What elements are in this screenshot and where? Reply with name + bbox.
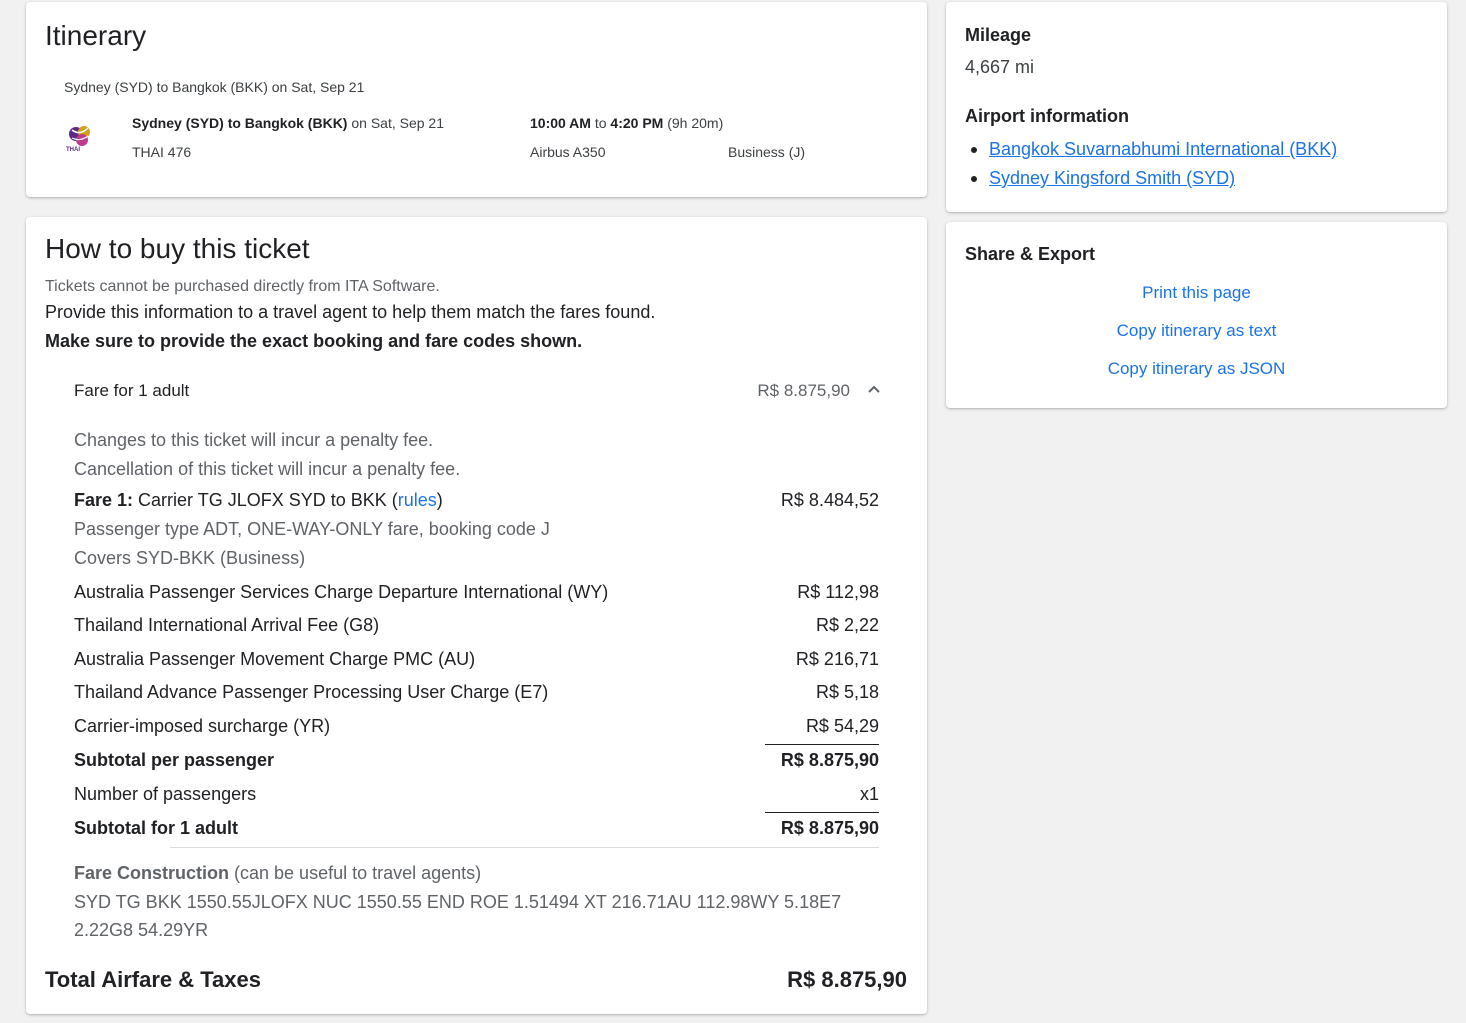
flight-times: 10:00 AM to 4:20 PM (9h 20m) — [530, 115, 723, 131]
copy-json-link[interactable]: Copy itinerary as JSON — [946, 359, 1447, 379]
fare1-text: Carrier TG JLOFX SYD to BKK ( — [133, 490, 398, 510]
subtotal-rule — [765, 744, 879, 745]
flight-date: on Sat, Sep 21 — [347, 115, 444, 131]
tax-amount: R$ 54,29 — [805, 716, 879, 736]
fare-construction-label: Fare Construction — [74, 863, 230, 883]
itinerary-card: Itinerary Sydney (SYD) to Bangkok (BKK) … — [26, 2, 927, 197]
airport-link-bkk[interactable]: Bangkok Suvarnabhumi International (BKK) — [989, 139, 1337, 160]
share-title: Share & Export — [965, 244, 1096, 264]
depart-time: 10:00 AM — [530, 115, 591, 131]
mileage-card: Mileage 4,667 mi Airport information Ban… — [946, 2, 1447, 212]
subtotal-adult-label: Subtotal for 1 adult — [74, 818, 238, 838]
arrive-time: 4:20 PM — [610, 115, 664, 131]
fare-construction-line2: 2.22G8 54.29YR — [74, 920, 209, 940]
tax-label: Australia Passenger Services Charge Depa… — [74, 582, 609, 602]
fare-header-amount: R$ 8.875,90 — [757, 381, 850, 400]
share-export-card: Share & Export Print this page Copy itin… — [946, 222, 1447, 408]
fare-construction-heading: Fare Construction (can be useful to trav… — [74, 863, 481, 884]
fare1-label: Fare 1: — [74, 490, 134, 510]
itinerary-title: Itinerary — [45, 20, 147, 51]
flight-number: THAI 476 — [132, 144, 192, 160]
fare1-passenger-type: Passenger type ADT, ONE-WAY-ONLY fare, b… — [74, 519, 550, 539]
copy-text-link[interactable]: Copy itinerary as text — [946, 321, 1447, 341]
tax-label: Australia Passenger Movement Charge PMC … — [74, 649, 476, 669]
tax-label: Thailand International Arrival Fee (G8) — [74, 615, 380, 635]
total-label: Total Airfare & Taxes — [45, 967, 261, 992]
purchase-notice: Tickets cannot be purchased directly fro… — [45, 278, 440, 295]
fare1-amount: R$ 8.484,52 — [780, 490, 879, 510]
mileage-title: Mileage — [965, 25, 1032, 45]
flight-route: Sydney (SYD) to Bangkok (BKK) on Sat, Se… — [132, 115, 444, 131]
flight-duration: (9h 20m) — [663, 115, 724, 131]
passengers-rule — [765, 812, 879, 813]
cabin-class: Business (J) — [728, 144, 806, 160]
tax-amount: R$ 2,22 — [815, 615, 879, 635]
provide-info-text: Provide this information to a travel age… — [45, 302, 656, 322]
how-to-buy-title: How to buy this ticket — [45, 233, 310, 264]
fare-rules-link[interactable]: rules — [398, 490, 437, 510]
subtotal-adult-amount: R$ 8.875,90 — [780, 818, 879, 838]
fare1-covers: Covers SYD-BKK (Business) — [74, 548, 306, 568]
number-of-passengers-amount: x1 — [859, 784, 879, 804]
change-penalty-text: Changes to this ticket will incur a pena… — [74, 430, 434, 450]
chevron-up-icon — [868, 385, 880, 393]
subtotal-per-passenger-label: Subtotal per passenger — [74, 750, 275, 770]
thai-airways-logo-icon: THAI — [62, 122, 98, 156]
mileage-value: 4,667 mi — [965, 57, 1035, 77]
tax-label: Carrier-imposed surcharge (YR) — [74, 716, 331, 736]
airport-info-title: Airport information — [965, 106, 1129, 126]
aircraft: Airbus A350 — [530, 144, 606, 160]
number-of-passengers-label: Number of passengers — [74, 784, 257, 804]
itinerary-route-summary: Sydney (SYD) to Bangkok (BKK) on Sat, Se… — [64, 79, 365, 95]
print-page-link[interactable]: Print this page — [946, 283, 1447, 303]
tax-amount: R$ 5,18 — [815, 682, 879, 702]
divider — [170, 847, 879, 848]
bullet — [971, 147, 977, 153]
fare-construction-note: (can be useful to travel agents) — [229, 863, 482, 883]
fare1-line: Fare 1: Carrier TG JLOFX SYD to BKK (rul… — [74, 490, 443, 511]
to-text: to — [590, 115, 611, 131]
make-sure-text: Make sure to provide the exact booking a… — [45, 331, 583, 351]
collapse-fare-button[interactable] — [864, 379, 884, 399]
flight-route-cities: Sydney (SYD) to Bangkok (BKK) — [132, 115, 348, 131]
subtotal-per-passenger-amount: R$ 8.875,90 — [780, 750, 879, 770]
tax-amount: R$ 216,71 — [795, 649, 879, 669]
fare-construction-line1: SYD TG BKK 1550.55JLOFX NUC 1550.55 END … — [74, 892, 842, 912]
total-amount: R$ 8.875,90 — [787, 967, 907, 992]
cancel-penalty-text: Cancellation of this ticket will incur a… — [74, 459, 461, 479]
thai-logo-text: THAI — [66, 147, 80, 153]
tax-label: Thailand Advance Passenger Processing Us… — [74, 682, 549, 702]
bullet — [971, 176, 977, 182]
fare-header-label: Fare for 1 adult — [74, 381, 190, 400]
how-to-buy-card: How to buy this ticket Tickets cannot be… — [26, 217, 927, 1014]
airport-link-syd[interactable]: Sydney Kingsford Smith (SYD) — [989, 168, 1235, 189]
fare1-close: ) — [436, 490, 443, 510]
tax-amount: R$ 112,98 — [797, 582, 879, 602]
